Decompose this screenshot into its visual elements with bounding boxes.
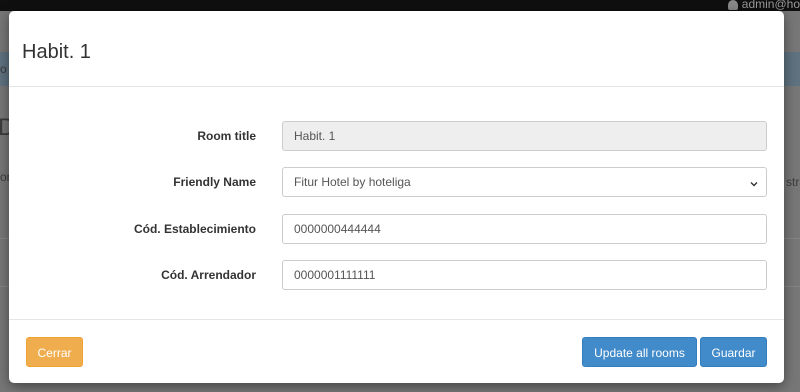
background-text: stra [786,175,800,189]
background-user-menu: admin@ho [727,0,800,11]
chevron-down-icon [750,182,758,187]
friendly-name-select[interactable]: Fitur Hotel by hoteliga [282,167,767,197]
close-button[interactable]: Cerrar [26,337,83,367]
modal-header: Habit. 1 [9,11,784,87]
friendly-name-selected-value: Fitur Hotel by hoteliga [294,175,411,189]
cod-establecimiento-input[interactable]: 0000000444444 [282,214,767,244]
room-title-row: Room title Habit. 1 [9,121,784,151]
cod-arrendador-label: Cód. Arrendador [161,268,256,282]
user-icon [727,0,738,10]
update-all-rooms-button[interactable]: Update all rooms [582,337,697,367]
cod-establecimiento-row: Cód. Establecimiento 0000000444444 [9,214,784,244]
friendly-name-label: Friendly Name [173,175,256,189]
friendly-name-row: Friendly Name Fitur Hotel by hoteliga [9,167,784,197]
room-title-input: Habit. 1 [282,121,767,151]
cod-arrendador-input[interactable]: 0000001111111 [282,260,767,290]
room-edit-modal: Habit. 1 Room title Habit. 1 Friendly Na… [9,11,784,383]
modal-footer: Cerrar Update all rooms Guardar [9,319,784,383]
background-topbar: admin@ho [0,0,800,11]
background-text: o [0,62,7,76]
cod-arrendador-row: Cód. Arrendador 0000001111111 [9,260,784,290]
save-button[interactable]: Guardar [700,337,767,367]
modal-title: Habit. 1 [22,41,91,63]
room-title-label: Room title [197,129,256,143]
cod-establecimiento-label: Cód. Establecimiento [133,222,256,236]
